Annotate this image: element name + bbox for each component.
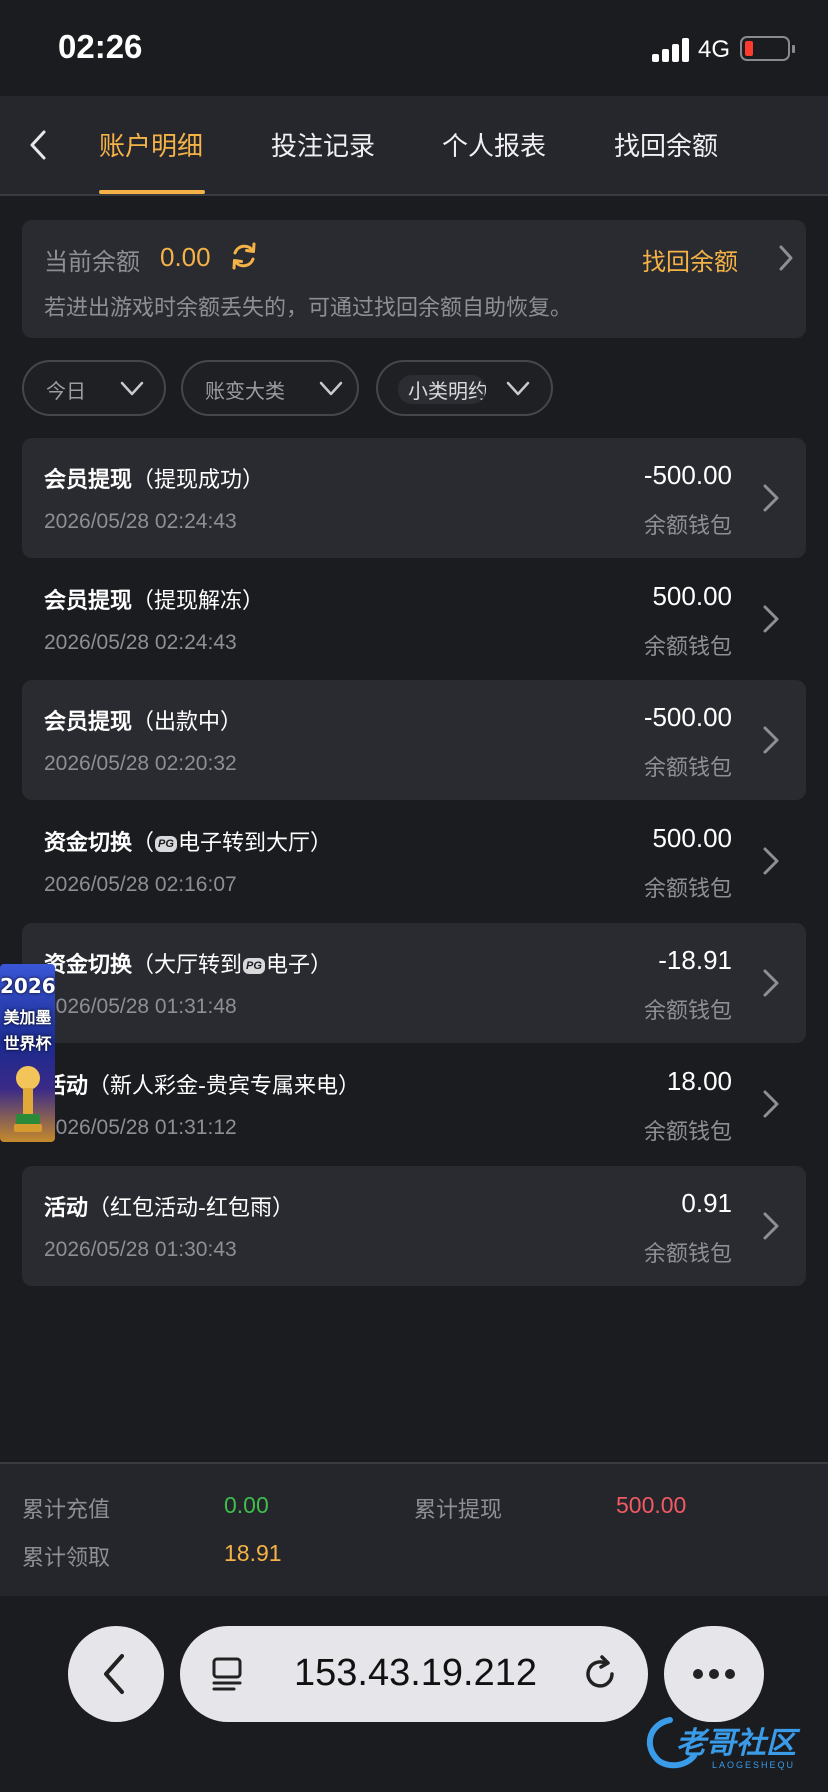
chevron-down-icon xyxy=(120,381,144,396)
record-time: 2026/05/28 02:24:43 xyxy=(44,510,237,533)
chevron-right-icon xyxy=(763,1212,779,1240)
summary-panel: 累计充值 0.00 累计提现 500.00 累计领取 18.91 xyxy=(0,1462,828,1596)
status-bar: 02:26 4G xyxy=(0,0,828,96)
battery-icon xyxy=(740,36,795,61)
record-time: 2026/05/28 01:31:48 xyxy=(44,995,237,1018)
record-time: 2026/05/28 02:24:43 xyxy=(44,631,237,654)
chevron-left-icon xyxy=(104,1654,124,1694)
network-label: 4G xyxy=(698,36,731,63)
total-deposit-label: 累计充值 xyxy=(22,1498,111,1523)
chevron-right-icon xyxy=(763,484,779,512)
record-title: 会员提现（提现成功） xyxy=(44,468,265,493)
record-time: 2026/05/28 01:31:12 xyxy=(44,1116,237,1139)
record-time: 2026/05/28 02:20:32 xyxy=(44,752,237,775)
signal-icon xyxy=(652,36,692,62)
refresh-icon[interactable] xyxy=(228,240,260,272)
balance-label: 当前余额 xyxy=(44,248,140,276)
record-amount: -18.91 xyxy=(658,945,732,975)
record-title: 活动（新人彩金-贵宾专属来电） xyxy=(44,1074,360,1099)
record-wallet: 余额钱包 xyxy=(643,756,732,781)
record-row[interactable]: 资金切换（大厅转到 PG 电子） 2026/05/28 01:31:48 -18.9… xyxy=(22,923,806,1043)
total-withdraw-value: 500.00 xyxy=(616,1492,687,1518)
chevron-right-icon xyxy=(763,969,779,997)
tabs-icon[interactable] xyxy=(208,1654,248,1694)
trophy-icon xyxy=(14,1066,42,1132)
record-amount: 500.00 xyxy=(652,581,732,611)
recover-balance-link[interactable]: 找回余额 xyxy=(642,242,738,277)
record-amount: 500.00 xyxy=(652,823,732,853)
promo-line-year: 2026 xyxy=(0,974,55,998)
chevron-down-icon xyxy=(506,381,530,396)
record-title: 会员提现（出款中） xyxy=(44,710,243,735)
record-row[interactable]: 会员提现（提现解冻） 2026/05/28 02:24:43 500.00 余额… xyxy=(22,559,806,679)
watermark-logo: 老哥社区 LAOGESHEQU xyxy=(640,1712,820,1782)
chevron-right-icon xyxy=(763,605,779,633)
record-wallet: 余额钱包 xyxy=(643,1120,732,1145)
category-filter-label: 账变大类 xyxy=(205,379,285,403)
date-filter-dropdown[interactable]: 今日 xyxy=(22,360,166,416)
total-bonus-label: 累计领取 xyxy=(22,1546,111,1571)
record-time: 2026/05/28 02:16:07 xyxy=(44,873,237,896)
record-title: 会员提现（提现解冻） xyxy=(44,589,265,614)
chevron-right-icon xyxy=(763,847,779,875)
record-wallet: 余额钱包 xyxy=(643,1242,732,1267)
tab-bet-records[interactable]: 投注记录 xyxy=(271,126,375,163)
record-amount: -500.00 xyxy=(643,460,732,490)
chevron-right-icon[interactable] xyxy=(776,242,796,274)
balance-value: 0.00 xyxy=(160,242,211,272)
tab-account-details[interactable]: 账户明细 xyxy=(99,126,203,163)
tab-personal-report[interactable]: 个人报表 xyxy=(442,126,546,163)
chevron-left-icon xyxy=(30,130,46,160)
record-title: 活动（红包活动-红包雨） xyxy=(44,1196,294,1221)
total-deposit-value: 0.00 xyxy=(224,1492,269,1518)
watermark-text: 老哥社区 xyxy=(676,1726,796,1761)
chevron-down-icon xyxy=(319,381,343,396)
status-time: 02:26 xyxy=(58,28,143,65)
chevron-right-icon xyxy=(763,1090,779,1118)
record-title: 资金切换（ PG 电子转到大厅） xyxy=(44,831,332,856)
pg-logo-icon: PG xyxy=(243,958,265,974)
record-row[interactable]: 资金切换（ PG 电子转到大厅） 2026/05/28 02:16:07 500.0… xyxy=(22,801,806,921)
record-wallet: 余额钱包 xyxy=(643,514,732,539)
promo-line-countries: 美加墨 xyxy=(3,1008,52,1027)
record-amount: 0.91 xyxy=(681,1188,732,1218)
record-title: 资金切换（大厅转到 PG 电子） xyxy=(44,953,332,978)
browser-back-button[interactable] xyxy=(68,1626,164,1722)
watermark-subtext: LAOGESHEQU xyxy=(712,1760,796,1770)
promo-line-worldcup: 世界杯 xyxy=(3,1034,52,1053)
record-amount: -500.00 xyxy=(643,702,732,732)
record-wallet: 余额钱包 xyxy=(643,999,732,1024)
subcategory-filter-label: 小类明约 xyxy=(398,375,486,404)
more-button[interactable] xyxy=(664,1626,764,1722)
record-row[interactable]: 会员提现（出款中） 2026/05/28 02:20:32 -500.00 余额… xyxy=(22,680,806,800)
total-withdraw-label: 累计提现 xyxy=(414,1498,503,1523)
chevron-right-icon xyxy=(763,726,779,754)
active-tab-indicator xyxy=(99,190,205,194)
record-row[interactable]: 活动（红包活动-红包雨） 2026/05/28 01:30:43 0.91 余额… xyxy=(22,1166,806,1286)
record-time: 2026/05/28 01:30:43 xyxy=(44,1238,237,1261)
url-text: 153.43.19.212 xyxy=(294,1652,538,1694)
world-cup-promo-banner[interactable]: 2026 美加墨 世界杯 xyxy=(0,964,55,1142)
tab-recover-balance[interactable]: 找回余额 xyxy=(614,126,718,163)
record-row[interactable]: 会员提现（提现成功） 2026/05/28 02:24:43 -500.00 余… xyxy=(22,438,806,558)
record-amount: 18.00 xyxy=(666,1066,732,1096)
balance-hint: 若进出游戏时余额丢失的，可通过找回余额自助恢复。 xyxy=(44,296,573,321)
record-wallet: 余额钱包 xyxy=(643,877,732,902)
back-button[interactable] xyxy=(18,120,62,170)
tab-bar: 账户明细 投注记录 个人报表 找回余额 xyxy=(0,96,828,196)
total-bonus-value: 18.91 xyxy=(224,1540,282,1566)
record-wallet: 余额钱包 xyxy=(643,635,732,660)
address-bar[interactable]: 153.43.19.212 xyxy=(180,1626,648,1722)
reload-icon[interactable] xyxy=(578,1652,622,1696)
date-filter-label: 今日 xyxy=(46,379,86,403)
subcategory-filter-dropdown[interactable]: 小类明约 xyxy=(376,360,553,416)
balance-card: 当前余额 0.00 找回余额 若进出游戏时余额丢失的，可通过找回余额自助恢复。 xyxy=(22,220,806,338)
more-dots-icon xyxy=(693,1669,735,1679)
category-filter-dropdown[interactable]: 账变大类 xyxy=(181,360,359,416)
record-row[interactable]: 活动（新人彩金-贵宾专属来电） 2026/05/28 01:31:12 18.0… xyxy=(22,1044,806,1164)
pg-logo-icon: PG xyxy=(155,836,177,852)
